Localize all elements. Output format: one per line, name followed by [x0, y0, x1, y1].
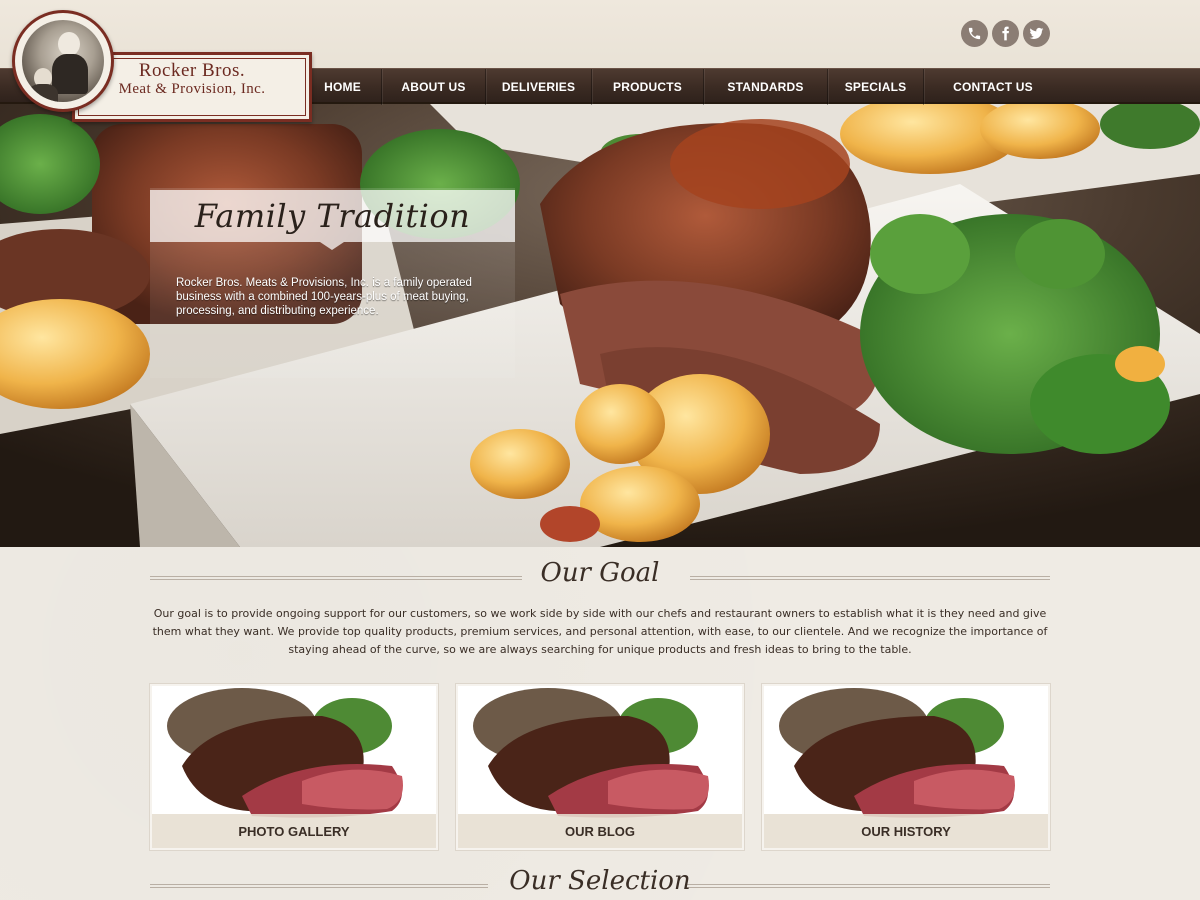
our-goal-text: Our goal is to provide ongoing support f…	[152, 607, 1048, 656]
logo-vintage-photo	[22, 20, 104, 102]
our-selection-title: Our Selection	[509, 866, 691, 896]
nav-contact-us[interactable]: CONTACT US	[924, 69, 1062, 105]
hero-title: Family Tradition	[194, 197, 471, 235]
nav-about-us[interactable]: ABOUT US	[382, 69, 486, 105]
social-links	[961, 20, 1050, 47]
nav-products[interactable]: PRODUCTS	[592, 69, 704, 105]
nav-deliveries[interactable]: DELIVERIES	[486, 69, 592, 105]
card-label: PHOTO GALLERY	[152, 814, 436, 848]
logo-wordmark: Rocker Bros. Meat & Provision, Inc.	[82, 60, 302, 98]
hero-description: Rocker Bros. Meats & Provisions, Inc. is…	[176, 277, 472, 317]
card-our-blog[interactable]: OUR BLOG	[456, 684, 744, 850]
hero-title-pointer	[320, 242, 344, 250]
facebook-icon[interactable]	[992, 20, 1019, 47]
nav-specials[interactable]: SPECIALS	[828, 69, 924, 105]
hero-title-band: Family Tradition	[150, 190, 515, 242]
card-label: OUR HISTORY	[764, 814, 1048, 848]
card-photo-gallery[interactable]: PHOTO GALLERY	[150, 684, 438, 850]
logo-badge	[12, 10, 114, 112]
twitter-icon[interactable]	[1023, 20, 1050, 47]
card-label: OUR BLOG	[458, 814, 742, 848]
hero-banner: Family Tradition Rocker Bros. Meats & Pr…	[0, 104, 1200, 547]
nav-standards[interactable]: STANDARDS	[704, 69, 828, 105]
nav-home[interactable]: HOME	[304, 69, 382, 105]
logo-line-2: Meat & Provision, Inc.	[118, 81, 266, 97]
site-logo[interactable]: Rocker Bros. Meat & Provision, Inc.	[12, 10, 312, 122]
feature-cards: PHOTO GALLERY OUR BLOG OUR HISTORY	[150, 684, 1050, 850]
logo-line-1: Rocker Bros.	[138, 60, 246, 81]
phone-icon[interactable]	[961, 20, 988, 47]
our-selection-heading: Our Selection	[150, 866, 1050, 900]
our-goal-title: Our Goal	[540, 558, 660, 588]
our-goal-heading: Our Goal	[150, 558, 1050, 598]
card-our-history[interactable]: OUR HISTORY	[762, 684, 1050, 850]
